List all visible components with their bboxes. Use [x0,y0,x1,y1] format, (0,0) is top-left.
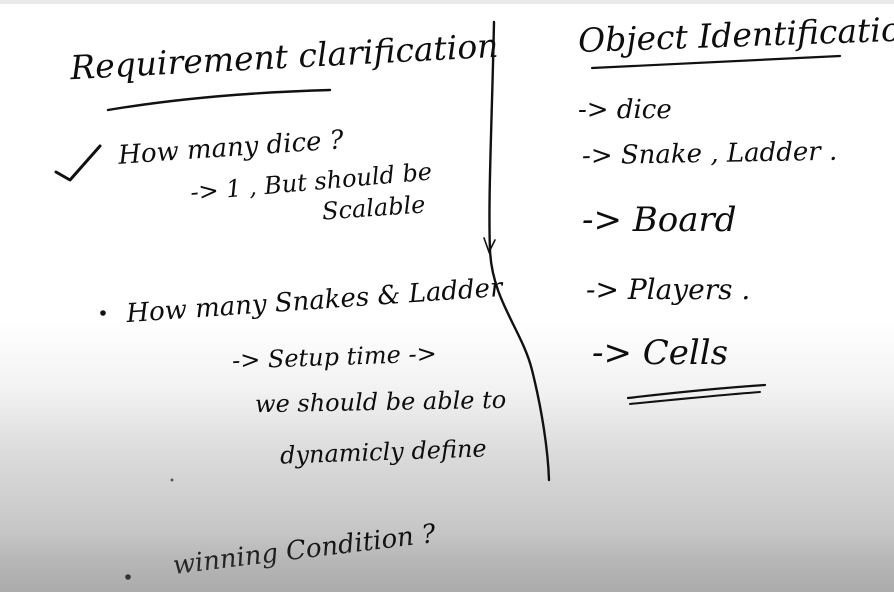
cells-underline-2 [629,391,761,405]
ink-strokes [54,20,842,580]
bottom-shade [0,533,894,592]
column-divider [488,20,551,482]
whiteboard-canvas: Requirement clarification How many dice … [0,0,894,592]
object-heading-underline [590,54,842,70]
heading-underline [106,88,332,112]
checkmark-icon [54,144,102,182]
cells-underline-1 [626,383,767,400]
bullet-q2 [100,310,106,316]
stray-dot [170,478,174,482]
